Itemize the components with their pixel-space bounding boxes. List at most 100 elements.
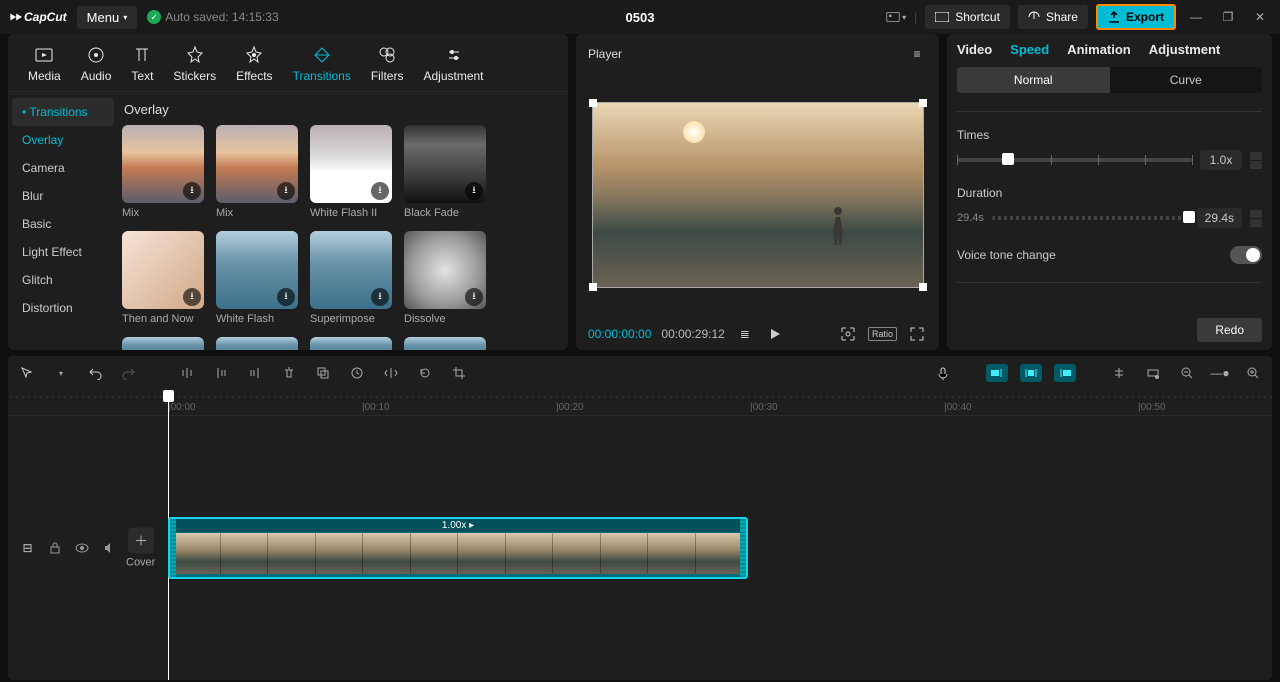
resize-handle[interactable]: [919, 283, 927, 291]
times-value[interactable]: 1.0x: [1200, 150, 1242, 170]
snap-both-icon[interactable]: [1020, 364, 1042, 382]
voice-tone-switch[interactable]: [1230, 246, 1262, 264]
transition-thumb[interactable]: ⭳White Flash II: [310, 125, 392, 219]
transition-thumb[interactable]: [122, 337, 204, 350]
transition-thumb[interactable]: ⭳Black Fade: [404, 125, 486, 219]
clip-handle-left[interactable]: [170, 519, 176, 577]
preview-timeline-icon[interactable]: [1142, 362, 1164, 384]
clip-handle-right[interactable]: [740, 519, 746, 577]
transition-thumb[interactable]: ⭳Mix: [122, 125, 204, 219]
transition-thumb[interactable]: ⭳Mix: [216, 125, 298, 219]
maximize-icon[interactable]: ❐: [1216, 5, 1240, 29]
split-left-icon[interactable]: [210, 362, 232, 384]
category-basic[interactable]: Basic: [12, 210, 114, 238]
minimize-icon[interactable]: —: [1184, 5, 1208, 29]
reverse-icon[interactable]: [346, 362, 368, 384]
inspector-tab-animation[interactable]: Animation: [1067, 42, 1131, 57]
delete-icon[interactable]: [278, 362, 300, 384]
tab-adjustment[interactable]: Adjustment: [413, 40, 493, 87]
mic-icon[interactable]: [932, 362, 954, 384]
rotate-icon[interactable]: [414, 362, 436, 384]
cursor-dropdown-icon[interactable]: ▾: [50, 362, 72, 384]
share-button[interactable]: Share: [1018, 5, 1088, 29]
download-icon[interactable]: ⭳: [371, 288, 389, 306]
export-button[interactable]: Export: [1096, 4, 1176, 30]
transition-thumb[interactable]: ⭳Then and Now: [122, 231, 204, 325]
split-icon[interactable]: [176, 362, 198, 384]
category-glitch[interactable]: Glitch: [12, 266, 114, 294]
tab-transitions[interactable]: Transitions: [283, 40, 361, 87]
download-icon[interactable]: ⭳: [465, 288, 483, 306]
transition-thumb[interactable]: ⭳Dissolve: [404, 231, 486, 325]
copy-icon[interactable]: [312, 362, 334, 384]
duration-stepper[interactable]: [1250, 210, 1262, 227]
inspector-tab-speed[interactable]: Speed: [1010, 42, 1049, 57]
mute-icon[interactable]: [99, 538, 118, 558]
shortcut-button[interactable]: Shortcut: [925, 5, 1010, 29]
redo-button[interactable]: Redo: [1197, 318, 1262, 342]
download-icon[interactable]: ⭳: [277, 182, 295, 200]
category-transitions[interactable]: • Transitions: [12, 98, 114, 126]
zoom-in-icon[interactable]: [1242, 362, 1264, 384]
aspect-menu-icon[interactable]: ▾: [886, 7, 906, 27]
cursor-tool-icon[interactable]: [16, 362, 38, 384]
category-distortion[interactable]: Distortion: [12, 294, 114, 322]
zoom-out-icon[interactable]: [1176, 362, 1198, 384]
collapse-icon[interactable]: ⊟: [18, 538, 37, 558]
close-icon[interactable]: ✕: [1248, 5, 1272, 29]
columns-icon[interactable]: ≣: [735, 324, 755, 344]
category-overlay[interactable]: Overlay: [12, 126, 114, 154]
tab-text[interactable]: Text: [121, 40, 163, 87]
segment-normal[interactable]: Normal: [957, 67, 1110, 93]
resize-handle[interactable]: [919, 99, 927, 107]
resize-handle[interactable]: [589, 283, 597, 291]
download-icon[interactable]: ⭳: [183, 182, 201, 200]
lock-icon[interactable]: [45, 538, 64, 558]
transition-thumb[interactable]: ⭳White Flash: [216, 231, 298, 325]
fullscreen-icon[interactable]: [907, 324, 927, 344]
transition-thumb[interactable]: [216, 337, 298, 350]
video-clip[interactable]: 1.00x ▸: [168, 517, 748, 579]
segment-curve[interactable]: Curve: [1110, 67, 1263, 93]
preview-canvas[interactable]: [592, 102, 924, 288]
download-icon[interactable]: ⭳: [371, 182, 389, 200]
player-menu-icon[interactable]: ≡: [907, 44, 927, 64]
category-camera[interactable]: Camera: [12, 154, 114, 182]
transition-thumb[interactable]: [404, 337, 486, 350]
tab-media[interactable]: Media: [18, 40, 71, 87]
frame-icon[interactable]: [838, 324, 858, 344]
snap-back-icon[interactable]: [1054, 364, 1076, 382]
download-icon[interactable]: ⭳: [183, 288, 201, 306]
download-icon[interactable]: ⭳: [277, 288, 295, 306]
play-button[interactable]: [765, 324, 785, 344]
split-right-icon[interactable]: [244, 362, 266, 384]
inspector-tab-video[interactable]: Video: [957, 42, 992, 57]
menu-button[interactable]: Menu ▾: [77, 6, 138, 29]
category-light-effect[interactable]: Light Effect: [12, 238, 114, 266]
category-blur[interactable]: Blur: [12, 182, 114, 210]
undo-icon[interactable]: [84, 362, 106, 384]
resize-handle[interactable]: [589, 99, 597, 107]
duration-slider[interactable]: [992, 216, 1189, 220]
redo-icon[interactable]: [118, 362, 140, 384]
tab-effects[interactable]: Effects: [226, 40, 282, 87]
timeline-ruler[interactable]: |00:00 |00:10 |00:20 |00:30 |00:40 |00:5…: [8, 390, 1272, 416]
tab-stickers[interactable]: Stickers: [163, 40, 226, 87]
ratio-button[interactable]: Ratio: [868, 327, 897, 341]
mirror-icon[interactable]: [380, 362, 402, 384]
times-stepper[interactable]: [1250, 152, 1262, 169]
crop-icon[interactable]: [448, 362, 470, 384]
transition-thumb[interactable]: [310, 337, 392, 350]
download-icon[interactable]: ⭳: [465, 182, 483, 200]
snap-front-icon[interactable]: [986, 364, 1008, 382]
zoom-slider[interactable]: —●: [1210, 362, 1230, 384]
tab-filters[interactable]: Filters: [361, 40, 414, 87]
inspector-tab-adjustment[interactable]: Adjustment: [1149, 42, 1221, 57]
times-slider[interactable]: [957, 158, 1192, 162]
eye-icon[interactable]: [72, 538, 91, 558]
transition-thumb[interactable]: ⭳Superimpose: [310, 231, 392, 325]
tab-audio[interactable]: Audio: [71, 40, 122, 87]
duration-value[interactable]: 29.4s: [1197, 208, 1242, 228]
cover-button[interactable]: Cover: [126, 528, 155, 569]
align-icon[interactable]: [1108, 362, 1130, 384]
